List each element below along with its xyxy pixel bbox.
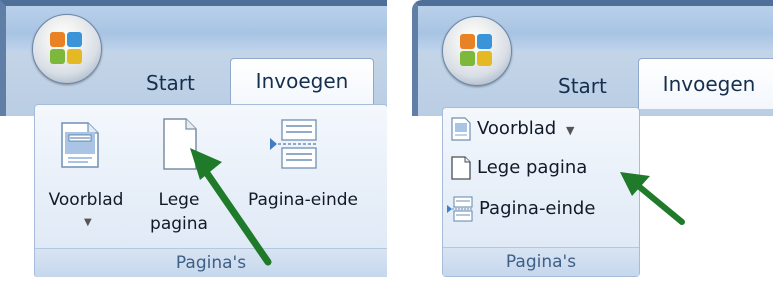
dropdown-arrow-icon: ▼ — [565, 124, 575, 137]
voorblad-button[interactable]: Voorblad ▼ — [42, 110, 130, 242]
tab-start[interactable]: Start — [558, 74, 607, 98]
pagina-einde-label: Pagina-einde — [479, 198, 596, 219]
lege-pagina-label: Lege pagina — [477, 157, 588, 178]
ribbon-group-paginas: Voorblad ▼ Lege pagina Pagina-einde Pagi… — [442, 107, 640, 277]
blank-page-icon — [451, 156, 471, 180]
tab-invoegen[interactable]: Invoegen — [638, 58, 773, 109]
voorblad-button[interactable]: Voorblad ▼ — [451, 114, 574, 144]
lege-pagina-button[interactable]: Lege pagina — [451, 153, 587, 183]
cover-page-icon — [451, 117, 471, 141]
right-screenshot: Start Invoegen Voorblad ▼ Lege pagina Pa… — [412, 0, 773, 277]
office-button[interactable] — [442, 16, 512, 86]
left-screenshot: Start Invoegen Pagina's Voorblad ▼ Lege … — [0, 0, 387, 277]
dropdown-arrow-icon: ▼ — [84, 217, 92, 228]
voorblad-label: Voorblad — [48, 190, 124, 210]
tab-invoegen[interactable]: Invoegen — [230, 58, 374, 106]
annotation-arrow-icon — [190, 148, 272, 266]
tab-start[interactable]: Start — [146, 71, 195, 95]
office-button[interactable] — [32, 14, 102, 84]
page-break-icon — [447, 196, 473, 222]
office-logo-icon — [50, 32, 84, 66]
voorblad-label: Voorblad — [477, 118, 557, 139]
annotation-arrow-icon — [620, 172, 685, 225]
group-label: Pagina's — [443, 247, 639, 276]
cover-page-icon — [61, 122, 99, 168]
office-logo-icon — [460, 34, 494, 68]
pagina-einde-button[interactable]: Pagina-einde — [447, 194, 595, 224]
